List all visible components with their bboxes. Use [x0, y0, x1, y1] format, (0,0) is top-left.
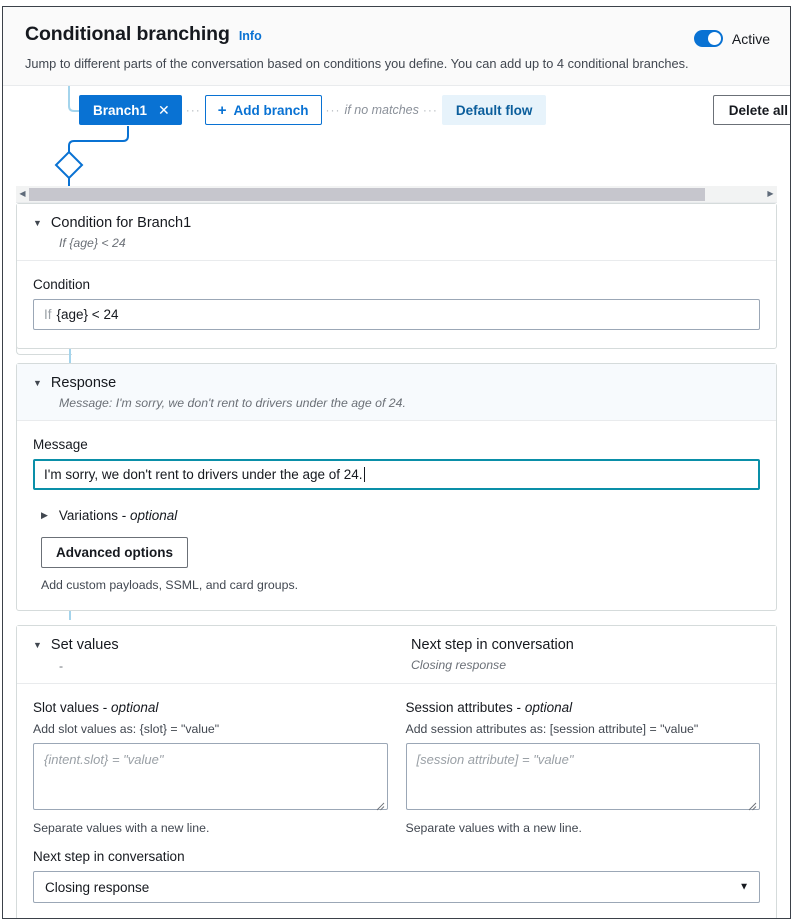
condition-header-summary: If {age} < 24 — [59, 236, 126, 250]
set-values-header-right: Next step in conversation Closing respon… — [411, 637, 760, 673]
add-branch-label: Add branch — [233, 102, 309, 118]
default-flow-label: Default flow — [455, 102, 533, 118]
response-header-title: Response — [50, 375, 117, 391]
if-no-matches-label: if no matches — [344, 103, 419, 117]
slot-values-column: Slot values - optional Add slot values a… — [33, 700, 388, 835]
message-field-label: Message — [33, 437, 88, 452]
message-input-value: I'm sorry, we don't rent to drivers unde… — [44, 467, 363, 482]
session-attributes-column: Session attributes - optional Add sessio… — [405, 700, 761, 835]
session-attrs-textarea-wrap — [405, 743, 760, 815]
scrollbar-thumb[interactable] — [29, 187, 706, 201]
info-link[interactable]: Info — [239, 29, 262, 43]
response-card-body: Message I'm sorry, we don't rent to driv… — [17, 421, 776, 610]
delete-all-button[interactable]: Delete all — [712, 95, 790, 125]
set-values-card-header[interactable]: ▼ Set values - Next step in conversation… — [17, 626, 776, 684]
delete-all-label: Delete all — [728, 102, 788, 118]
panel-description: Jump to different parts of the conversat… — [25, 56, 689, 71]
cards-area: ▼ Condition for Branch1 If {age} < 24 Co… — [3, 203, 790, 918]
active-toggle-label: Active — [731, 30, 770, 47]
advanced-options-label: Advanced options — [56, 545, 174, 560]
variations-label: Variations - — [58, 508, 130, 523]
session-attrs-foot: Separate values with a new line. — [405, 821, 582, 835]
plus-icon: + — [217, 101, 227, 119]
variations-expander[interactable]: ▶ Variations - optional — [41, 508, 760, 523]
page-title: Conditional branching — [25, 23, 230, 45]
slot-values-textarea-wrap — [33, 743, 388, 815]
slot-values-optional-label: optional — [111, 700, 159, 715]
slot-values-label: Slot values - — [33, 700, 112, 715]
slot-values-foot: Separate values with a new line. — [33, 821, 210, 835]
condition-header-title: Condition for Branch1 — [50, 215, 192, 231]
branch-bar: Branch1 ✕ ··· + Add branch ··· if no mat… — [3, 86, 790, 186]
next-step-header-summary: Closing response — [411, 658, 507, 672]
text-cursor — [363, 467, 365, 482]
chevron-down-icon[interactable]: ▼ — [33, 640, 42, 650]
session-attributes-textarea[interactable] — [405, 743, 760, 810]
horizontal-scrollbar[interactable]: ◀ ▶ — [16, 186, 777, 203]
message-input[interactable]: I'm sorry, we don't rent to drivers unde… — [33, 459, 760, 490]
title-row: Conditional branching Info — [25, 23, 772, 46]
scrollbar-track[interactable] — [29, 187, 764, 201]
condition-input-value: {age} < 24 — [56, 307, 119, 322]
set-values-title: Set values — [50, 637, 119, 653]
active-toggle-group[interactable]: Active — [693, 30, 770, 47]
default-flow-button[interactable]: Default flow — [441, 95, 547, 125]
toggle-knob — [707, 32, 721, 45]
set-values-summary: - — [59, 659, 64, 673]
condition-input-prefix: If — [44, 307, 52, 322]
slot-values-hint: Add slot values as: {slot} = "value" — [33, 722, 220, 736]
session-attrs-label-row: Session attributes - optional — [406, 700, 761, 715]
next-step-header-title: Next step in conversation — [411, 637, 574, 653]
chevron-down-icon[interactable]: ▼ — [33, 218, 42, 228]
response-card: ▼ Response Message: I'm sorry, we don't … — [16, 363, 777, 611]
condition-input[interactable]: If {age} < 24 — [33, 299, 760, 330]
response-header-summary: Message: I'm sorry, we don't rent to dri… — [59, 396, 406, 410]
close-icon[interactable]: ✕ — [158, 103, 170, 117]
slot-values-label-row: Slot values - optional — [33, 700, 388, 715]
active-toggle-switch[interactable] — [693, 30, 723, 47]
response-card-header[interactable]: ▼ Response Message: I'm sorry, we don't … — [17, 364, 776, 421]
condition-card-header[interactable]: ▼ Condition for Branch1 If {age} < 24 — [17, 204, 776, 261]
set-values-header-left[interactable]: ▼ Set values - — [33, 637, 411, 673]
next-step-selected-value: Closing response — [45, 879, 150, 895]
branch-tab-label: Branch1 — [93, 102, 148, 118]
set-values-title-row[interactable]: ▼ Set values — [33, 637, 411, 653]
session-attrs-label: Session attributes - — [405, 700, 525, 715]
conditional-branching-panel: Conditional branching Info Jump to diffe… — [2, 6, 791, 919]
set-values-card: ▼ Set values - Next step in conversation… — [16, 625, 777, 918]
set-values-columns: Slot values - optional Add slot values a… — [17, 684, 776, 849]
condition-card-body: Condition If {age} < 24 — [17, 261, 776, 348]
connector-dots-mid: ··· — [325, 103, 341, 117]
chevron-down-icon[interactable]: ▼ — [33, 378, 42, 388]
connector-dots-right: ··· — [422, 103, 438, 117]
next-step-select[interactable]: Closing response — [33, 871, 760, 903]
branch-tab-branch1[interactable]: Branch1 ✕ — [79, 95, 182, 125]
scroll-left-arrow-icon[interactable]: ◀ — [16, 190, 29, 198]
condition-header-title-row[interactable]: ▼ Condition for Branch1 — [33, 215, 760, 231]
slot-values-textarea[interactable] — [33, 743, 388, 810]
add-branch-button[interactable]: + Add branch — [204, 95, 322, 125]
variations-label-row: Variations - optional — [59, 508, 177, 523]
chevron-right-icon[interactable]: ▶ — [41, 511, 48, 520]
session-attrs-optional-label: optional — [524, 700, 573, 715]
variations-optional-label: optional — [129, 508, 178, 523]
panel-header: Conditional branching Info Jump to diffe… — [3, 7, 790, 86]
next-step-field-label: Next step in conversation — [33, 849, 185, 864]
advanced-options-button[interactable]: Advanced options — [41, 537, 189, 568]
branch-tabs: Branch1 ✕ ··· + Add branch ··· if no mat… — [79, 95, 547, 125]
condition-card: ▼ Condition for Branch1 If {age} < 24 Co… — [16, 203, 777, 349]
response-header-title-row[interactable]: ▼ Response — [33, 375, 760, 391]
condition-field-label: Condition — [33, 277, 91, 292]
session-attrs-hint: Add session attributes as: [session attr… — [405, 722, 699, 736]
scroll-right-arrow-icon[interactable]: ▶ — [764, 190, 777, 198]
next-step-section: Next step in conversation Closing respon… — [17, 849, 776, 918]
next-step-select-wrap: Closing response ▼ — [33, 871, 760, 903]
connector-dots-left: ··· — [185, 103, 201, 117]
advanced-options-hint: Add custom payloads, SSML, and card grou… — [41, 578, 299, 592]
